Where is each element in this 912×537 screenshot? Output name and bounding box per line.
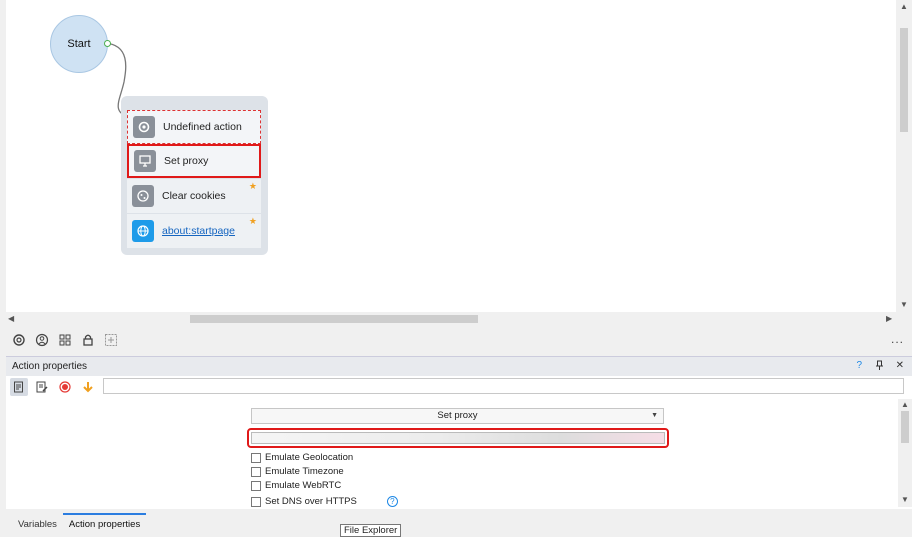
scroll-thumb[interactable] bbox=[901, 411, 909, 443]
tab-variables[interactable]: Variables bbox=[12, 519, 63, 536]
checkbox-label: Emulate Geolocation bbox=[265, 452, 354, 463]
star-icon: ★ bbox=[248, 216, 257, 226]
startpage-link[interactable]: about:startpage bbox=[162, 225, 235, 237]
lock-icon[interactable] bbox=[79, 331, 97, 349]
edit-notes-icon[interactable] bbox=[33, 378, 51, 396]
start-node[interactable]: Start bbox=[50, 15, 108, 73]
action-properties-panel: Action properties ? ✕ Set proxy ▼ Emulat… bbox=[6, 356, 912, 536]
canvas-horizontal-scrollbar[interactable]: ◀ ▶ bbox=[6, 312, 896, 326]
checkbox-box[interactable] bbox=[251, 452, 261, 463]
globe-icon bbox=[132, 220, 154, 242]
checkbox-label: Emulate Timezone bbox=[265, 466, 344, 477]
settings-icon[interactable] bbox=[10, 331, 28, 349]
panel-vertical-scrollbar[interactable]: ▲ ▼ bbox=[898, 399, 912, 507]
action-group[interactable]: Undefined action Set proxy Clear cookies… bbox=[121, 96, 268, 255]
help-button[interactable]: ? bbox=[856, 360, 862, 371]
emulate-timezone-checkbox[interactable]: Emulate Timezone bbox=[251, 466, 344, 477]
close-button[interactable]: ✕ bbox=[896, 360, 904, 371]
action-startpage[interactable]: about:startpage ★ bbox=[127, 214, 261, 248]
scroll-down-icon[interactable]: ▼ bbox=[901, 495, 909, 504]
action-label: Set proxy bbox=[164, 155, 209, 167]
bottom-tabs: Variables Action properties bbox=[6, 509, 912, 536]
action-set-proxy[interactable]: Set proxy bbox=[127, 144, 261, 178]
notes-icon[interactable] bbox=[10, 378, 28, 396]
add-icon[interactable] bbox=[102, 331, 120, 349]
monitor-icon bbox=[134, 150, 156, 172]
workflow-canvas[interactable]: Start Undefined action Set proxy Clear c… bbox=[0, 0, 912, 326]
canvas-toolbar: ... bbox=[0, 326, 912, 354]
scroll-down-icon[interactable]: ▼ bbox=[900, 300, 908, 309]
action-undefined[interactable]: Undefined action bbox=[127, 110, 261, 144]
arrow-down-icon[interactable] bbox=[79, 378, 97, 396]
gear-icon bbox=[133, 116, 155, 138]
scroll-thumb[interactable] bbox=[190, 315, 478, 323]
scroll-up-icon[interactable]: ▲ bbox=[901, 400, 909, 409]
checkbox-box[interactable] bbox=[251, 466, 261, 477]
more-options-button[interactable]: ... bbox=[891, 332, 904, 346]
select-value: Set proxy bbox=[437, 410, 478, 421]
emulate-geolocation-checkbox[interactable]: Emulate Geolocation bbox=[251, 452, 353, 463]
action-type-select[interactable]: Set proxy ▼ bbox=[251, 408, 664, 424]
chevron-down-icon: ▼ bbox=[651, 412, 658, 419]
panel-title: Action properties bbox=[12, 361, 88, 372]
checkbox-label: Set DNS over HTTPS bbox=[265, 496, 357, 507]
start-label: Start bbox=[67, 38, 91, 50]
record-icon[interactable] bbox=[56, 378, 74, 396]
help-icon[interactable]: ? bbox=[386, 496, 398, 507]
properties-search-input[interactable] bbox=[103, 378, 904, 394]
action-label: Undefined action bbox=[163, 121, 242, 133]
scroll-up-icon[interactable]: ▲ bbox=[900, 2, 908, 11]
grid-icon[interactable] bbox=[56, 331, 74, 349]
proxy-input[interactable] bbox=[251, 432, 665, 444]
start-output-port[interactable] bbox=[104, 40, 111, 47]
action-clear-cookies[interactable]: Clear cookies ★ bbox=[127, 179, 261, 213]
action-label: Clear cookies bbox=[162, 190, 226, 202]
canvas-vertical-scrollbar[interactable]: ▲ ▼ bbox=[896, 0, 912, 326]
star-icon: ★ bbox=[248, 181, 257, 191]
panel-header: Action properties ? ✕ bbox=[6, 357, 912, 376]
scroll-right-icon[interactable]: ▶ bbox=[886, 314, 892, 323]
pin-icon[interactable] bbox=[875, 360, 884, 374]
tooltip: File Explorer bbox=[340, 524, 402, 537]
scroll-left-icon[interactable]: ◀ bbox=[8, 314, 14, 323]
scroll-thumb[interactable] bbox=[900, 28, 908, 132]
panel-toolbar bbox=[6, 376, 912, 398]
checkbox-box[interactable] bbox=[251, 480, 261, 491]
proxy-input-highlight bbox=[247, 428, 669, 448]
checkbox-label: Emulate WebRTC bbox=[265, 480, 342, 491]
emulate-webrtc-checkbox[interactable]: Emulate WebRTC bbox=[251, 480, 341, 491]
cookie-icon bbox=[132, 185, 154, 207]
dns-over-https-checkbox[interactable]: Set DNS over HTTPS ? bbox=[251, 496, 398, 507]
user-icon[interactable] bbox=[33, 331, 51, 349]
checkbox-box[interactable] bbox=[251, 496, 261, 507]
tab-action-properties[interactable]: Action properties bbox=[62, 513, 147, 536]
